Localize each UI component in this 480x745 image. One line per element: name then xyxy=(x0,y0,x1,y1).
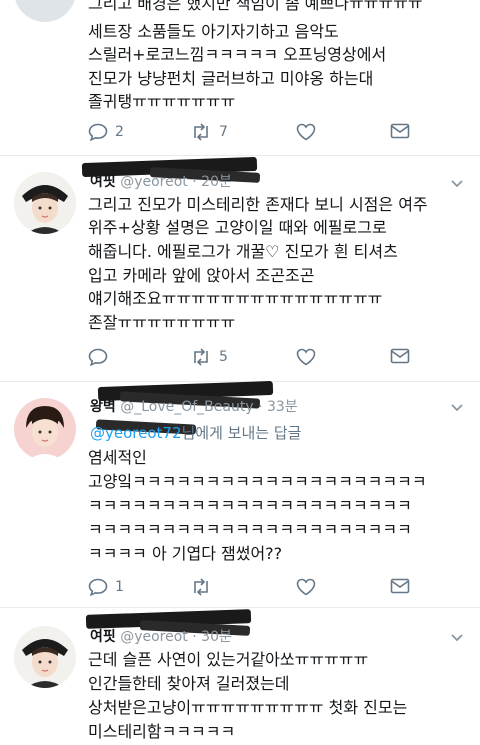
tweet-text-line: 위주+상황 설명은 고양이일 때와 에필로그로 xyxy=(88,218,387,237)
retweet-button[interactable]: 7 xyxy=(190,123,228,141)
retweet-icon xyxy=(194,348,208,366)
avatar[interactable] xyxy=(14,626,76,688)
dm-button[interactable] xyxy=(390,123,410,139)
tweet-text-line: 존잘ㅠㅠㅠㅠㅠㅠㅠㅠ xyxy=(88,313,236,332)
dm-button[interactable] xyxy=(390,578,410,594)
retweet-button[interactable] xyxy=(190,578,219,596)
tweet-3: 왕벽 @_Love_Of_Beauty · 33분 @yeoreot72님에게 … xyxy=(0,380,480,607)
reply-button[interactable]: 2 xyxy=(88,123,124,141)
tweet-header: 여핏 @yeoreot · 30분 xyxy=(90,626,232,646)
tweet-text-line: 얘기해조요ㅠㅠㅠㅠㅠㅠㅠㅠㅠㅠㅠㅠㅠㅠㅠ xyxy=(88,289,383,308)
dm-icon xyxy=(390,578,410,594)
reply-to-suffix: 님에게 보내는 답글 xyxy=(181,424,302,442)
tweet-text-line: 그리고 진모가 미스테리한 존재다 보니 시점은 여주 xyxy=(88,195,428,214)
reply-icon xyxy=(88,123,108,141)
tweet-actions: 5 xyxy=(88,348,418,372)
tweet-text-line: 세트장 소품들도 아기자기하고 음악도 xyxy=(88,22,339,41)
avatar-image xyxy=(14,626,76,688)
like-icon xyxy=(296,348,316,366)
reply-icon xyxy=(88,348,108,366)
tweet-text-line: 졸귀탱ㅠㅠㅠㅠㅠㅠㅠ xyxy=(88,92,236,111)
tweet-time[interactable]: · 33분 xyxy=(258,399,298,415)
tweet-text-line: ㅋㅋㅋㅋ 아 기엽다 잼썼어?? xyxy=(88,544,283,563)
tweet-text-line: ㅋㅋㅋㅋㅋㅋㅋㅋㅋㅋㅋㅋㅋㅋㅋㅋㅋㅋㅋㅋㅋㅋ xyxy=(88,496,412,515)
author-name[interactable]: 왕벽 xyxy=(90,399,116,415)
author-handle[interactable]: @yeoreot xyxy=(120,629,188,645)
retweet-icon xyxy=(194,123,208,141)
tweet-header: 왕벽 @_Love_Of_Beauty · 33분 xyxy=(90,396,298,416)
chevron-down-icon[interactable] xyxy=(448,174,466,192)
retweet-icon xyxy=(194,578,208,596)
tweet-text-line: 진모가 냥냥펀치 글러브하고 미야옹 하는대 xyxy=(88,69,374,88)
reply-count: 2 xyxy=(115,124,124,140)
reply-to-handle[interactable]: @yeoreot72 xyxy=(90,424,182,442)
author-name[interactable]: 여핏 xyxy=(90,174,116,190)
like-button[interactable] xyxy=(296,123,316,141)
chevron-down-icon[interactable] xyxy=(448,398,466,416)
tweet-text-line: 스릴러+로코느낌ㅋㅋㅋㅋㅋ 오프닝영상에서 xyxy=(88,45,387,64)
tweet-text-line: 입고 카메라 앞에 앉아서 조곤조곤 xyxy=(88,266,315,285)
tweet-text-line: 염세적인 xyxy=(88,448,147,467)
avatar[interactable] xyxy=(14,398,76,460)
tweet-text-line: 그리고 배경은 했지만 책임이 좀 예쁘나ㅠㅠㅠㅠㅠ xyxy=(88,0,423,13)
tweet-2: 여핏 @yeoreot · 20분 그리고 진모가 미스테리한 존재다 보니 시… xyxy=(0,156,480,381)
tweet-actions: 2 7 xyxy=(88,123,418,147)
tweet-4: 여핏 @yeoreot · 30분 근데 슬픈 사연이 있는거같아쏘ㅠㅠㅠㅠㅠ … xyxy=(0,608,480,745)
like-button[interactable] xyxy=(296,578,316,596)
tweet-text-line: 고양잌ㅋㅋㅋㅋㅋㅋㅋㅋㅋㅋㅋㅋㅋㅋㅋㅋㅋㅋㅋㅋ xyxy=(88,472,427,491)
tweet-text-line: 상처받은고냥이ㅠㅠㅠㅠㅠㅠㅠㅠㅠ 첫화 진모는 xyxy=(88,698,408,717)
reply-button[interactable] xyxy=(88,348,115,366)
avatar-image xyxy=(14,172,76,234)
reply-button[interactable]: 1 xyxy=(88,578,124,596)
like-icon xyxy=(296,578,316,596)
reply-to-line: @yeoreot72님에게 보내는 답글 xyxy=(90,422,301,443)
avatar-image xyxy=(14,398,76,460)
dm-button[interactable] xyxy=(390,348,410,364)
chevron-down-icon[interactable] xyxy=(448,628,466,646)
retweet-count: 5 xyxy=(219,349,228,365)
avatar[interactable] xyxy=(14,0,76,22)
author-handle[interactable]: @yeoreot xyxy=(120,174,188,190)
tweet-text-line: ㅋㅋㅋㅋㅋㅋㅋㅋㅋㅋㅋㅋㅋㅋㅋㅋㅋㅋㅋㅋㅋㅋ xyxy=(88,520,412,539)
dm-icon xyxy=(390,348,410,364)
reply-icon xyxy=(88,578,108,596)
tweet-time[interactable]: · 20분 xyxy=(192,174,232,190)
retweet-button[interactable]: 5 xyxy=(190,348,228,366)
tweet-text-line: 근데 슬픈 사연이 있는거같아쏘ㅠㅠㅠㅠㅠ xyxy=(88,650,369,669)
like-button[interactable] xyxy=(296,348,316,366)
like-icon xyxy=(296,123,316,141)
tweet-header: 여핏 @yeoreot · 20분 xyxy=(90,171,232,191)
tweet-text-line: 해줍니다. 에필로그가 개꿀♡ 진모가 흰 티셔츠 xyxy=(88,242,398,261)
tweet-text-line: 인간들한테 찾아져 길러졌는데 xyxy=(88,674,290,693)
dm-icon xyxy=(390,123,410,139)
avatar[interactable] xyxy=(14,172,76,234)
tweet-time[interactable]: · 30분 xyxy=(192,629,232,645)
tweet-actions: 1 xyxy=(88,578,418,602)
author-name[interactable]: 여핏 xyxy=(90,629,116,645)
reply-count: 1 xyxy=(115,579,124,595)
tweet-1: 그리고 배경은 했지만 책임이 좀 예쁘나ㅠㅠㅠㅠㅠ 세트장 소품들도 아기자기… xyxy=(0,0,480,150)
tweet-text-line: 미스테리함ㅋㅋㅋㅋㅋ xyxy=(88,722,236,741)
author-handle[interactable]: @_Love_Of_Beauty xyxy=(120,399,253,415)
retweet-count: 7 xyxy=(219,124,228,140)
